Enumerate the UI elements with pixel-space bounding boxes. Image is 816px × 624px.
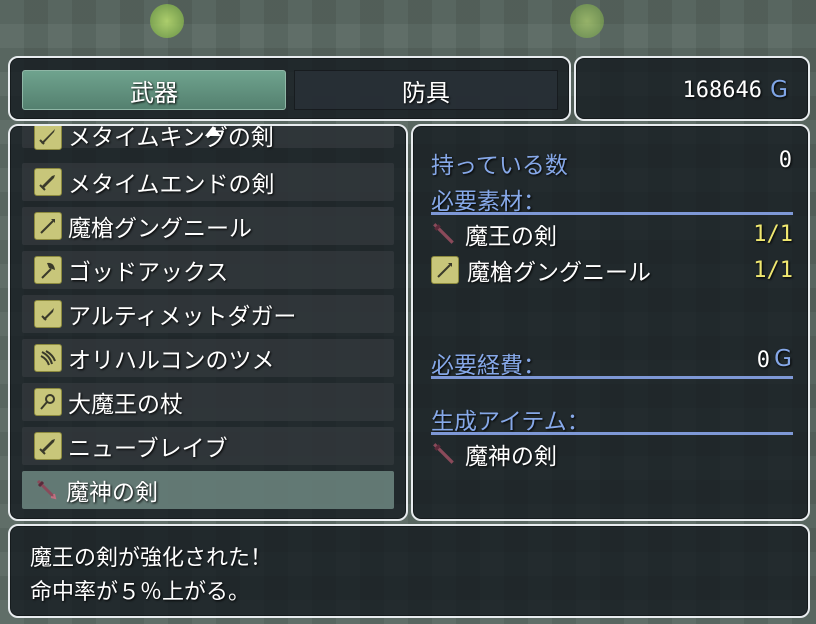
dark-sword-icon <box>431 441 457 467</box>
tab-armor[interactable]: 防具 <box>294 70 558 110</box>
material-row: 魔槍グングニール 1/1 <box>431 254 793 286</box>
sword-icon <box>34 432 62 460</box>
list-item-label: オリハルコンのツメ <box>68 348 275 374</box>
material-count: 1/1 <box>753 257 793 283</box>
dark-sword-icon <box>431 221 457 247</box>
scroll-up-arrow[interactable] <box>205 126 221 136</box>
list-item-label: アルティメットダガー <box>68 304 297 330</box>
material-name: 魔槍グングニール <box>467 260 651 286</box>
result-item-row: 魔神の剣 <box>431 438 793 470</box>
cost-divider <box>431 376 793 379</box>
list-item[interactable]: アルティメットダガー <box>22 295 394 333</box>
result-label: 生成アイテム： <box>431 409 590 435</box>
cost-value: 0 <box>756 348 770 373</box>
dagger-icon <box>34 300 62 328</box>
list-item-label: 魔神の剣 <box>66 480 158 506</box>
materials-divider <box>431 212 793 215</box>
list-item[interactable]: メタイムエンドの剣 <box>22 163 394 201</box>
list-item[interactable]: ゴッドアックス <box>22 251 394 289</box>
owned-count-value: 0 <box>778 148 792 173</box>
spear-icon <box>431 256 459 284</box>
map-lamp <box>150 4 184 38</box>
map-lamp <box>570 4 604 38</box>
gold-window: 168646 G <box>574 56 810 121</box>
material-count: 1/1 <box>753 221 793 247</box>
sword-icon <box>34 168 62 196</box>
item-list-window: メタイムキングの剣 メタイムエンドの剣 魔槍グングニール ゴッドアックス アルテ… <box>8 124 408 521</box>
axe-icon <box>34 256 62 284</box>
list-item-label: 大魔王の杖 <box>68 392 183 418</box>
detail-window: 持っている数 0 必要素材： 魔王の剣 1/1 魔槍グングニール 1/1 必要経… <box>411 124 810 521</box>
result-divider <box>431 432 793 435</box>
cost-unit: G <box>774 346 792 372</box>
dark-sword-icon <box>34 477 60 503</box>
list-item[interactable]: 大魔王の杖 <box>22 383 394 421</box>
list-item-label: 魔槍グングニール <box>68 216 252 242</box>
list-item[interactable]: オリハルコンのツメ <box>22 339 394 377</box>
list-item[interactable]: ニューブレイブ <box>22 427 394 465</box>
list-item-label: メタイムキングの剣 <box>68 125 274 151</box>
list-item[interactable]: 魔槍グングニール <box>22 207 394 245</box>
list-item-label: メタイムエンドの剣 <box>68 172 275 198</box>
list-item-selected[interactable]: 魔神の剣 <box>22 471 394 509</box>
category-window: 武器 防具 <box>8 56 571 121</box>
list-item-label: ニューブレイブ <box>68 436 228 462</box>
gold-unit: G <box>770 77 788 103</box>
sword-icon <box>34 126 62 150</box>
result-item-name: 魔神の剣 <box>465 444 557 470</box>
gold-amount: 168646 <box>682 78 762 103</box>
tab-weapons[interactable]: 武器 <box>22 70 286 110</box>
claw-icon <box>34 344 62 372</box>
message-line-1: 魔王の剣が強化された！ <box>30 546 273 571</box>
materials-label: 必要素材： <box>431 189 546 215</box>
material-row: 魔王の剣 1/1 <box>431 218 793 250</box>
spear-icon <box>34 212 62 240</box>
cost-label: 必要経費： <box>431 353 546 379</box>
owned-count-label: 持っている数 <box>431 153 568 179</box>
list-item-label: ゴッドアックス <box>68 260 229 286</box>
message-line-2: 命中率が５％上がる。 <box>30 580 251 605</box>
staff-icon <box>34 388 62 416</box>
message-window: 魔王の剣が強化された！ 命中率が５％上がる。 <box>8 524 810 618</box>
material-name: 魔王の剣 <box>465 224 557 250</box>
